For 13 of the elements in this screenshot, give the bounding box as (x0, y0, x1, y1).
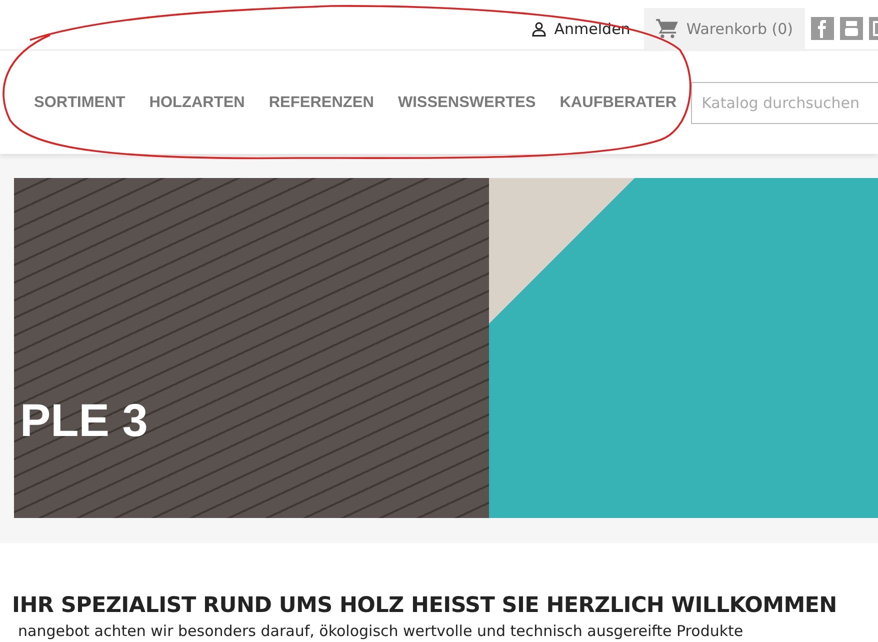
slide-caption: PLE 3 (20, 393, 148, 447)
facebook-icon[interactable] (811, 17, 834, 40)
cart-link[interactable]: Warenkorb (0) (644, 8, 805, 49)
user-icon (530, 20, 548, 38)
nav-link[interactable]: KAUFBERATER (548, 94, 689, 112)
nav-link[interactable]: SORTIMENT (22, 94, 138, 112)
welcome-text: nangebot achten wir besonders darauf, ökologisch wertvolle und technisch ausgereifte Produkte (18, 622, 744, 640)
search-field[interactable]: Katalog durchsuchen (690, 82, 878, 124)
nav-link[interactable]: REFERENZEN (256, 94, 386, 112)
cart-icon (656, 18, 678, 38)
nav-link[interactable]: WISSENSWERTES (386, 94, 548, 112)
welcome-heading: IHR SPEZIALIST RUND UMS HOLZ HEISST SIE HERZLICH WILLKOMMEN (12, 593, 838, 618)
nav-link[interactable]: HOLZARTEN (137, 94, 257, 112)
